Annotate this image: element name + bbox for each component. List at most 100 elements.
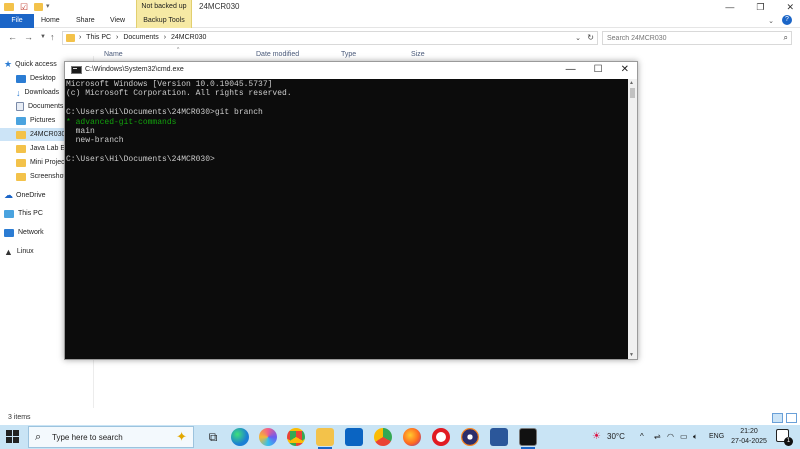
search-box[interactable]: ⌕ [602, 31, 792, 45]
firefox-icon[interactable] [403, 428, 421, 446]
search-icon: ⌕ [35, 431, 42, 443]
cmd-title-bar[interactable]: C:\Windows\System32\cmd.exe — ☐ ✕ [65, 62, 637, 79]
edge-icon[interactable] [231, 428, 249, 446]
scroll-thumb[interactable] [630, 88, 635, 98]
new-folder-icon[interactable] [34, 3, 43, 11]
maximize-icon[interactable]: ❐ [756, 0, 764, 14]
expand-ribbon-icon[interactable]: ⌄ [768, 17, 774, 25]
recent-locations-icon[interactable]: ▼ [40, 34, 46, 40]
folder-icon [16, 144, 26, 153]
opera-icon[interactable] [432, 428, 450, 446]
outlook-icon[interactable] [345, 428, 363, 446]
eclipse-icon[interactable] [461, 428, 479, 446]
cmd-scrollbar[interactable]: ▲ ▼ [628, 79, 637, 359]
start-button[interactable] [6, 430, 20, 444]
address-bar[interactable]: › This PC › Documents › 24MCR030 ⌄ ↻ [62, 31, 598, 45]
chrome-icon[interactable] [287, 428, 305, 446]
breadcrumb-24mcr030[interactable]: 24MCR030 [171, 34, 206, 41]
folder-icon [16, 172, 26, 181]
cmd-line: (c) Microsoft Corporation. All rights re… [66, 89, 292, 99]
details-view-icon[interactable] [772, 413, 783, 423]
large-icons-view-icon[interactable] [786, 413, 797, 423]
picture-icon [16, 116, 26, 125]
show-hidden-icons-icon[interactable]: ^ [640, 425, 644, 449]
search-icon[interactable]: ⌕ [784, 33, 788, 43]
wifi-icon[interactable]: ◠ [667, 425, 674, 449]
column-date-modified[interactable]: Date modified [256, 51, 299, 58]
properties-icon[interactable]: ☑ [20, 2, 28, 12]
scroll-down-icon[interactable]: ▼ [629, 352, 634, 358]
cmd-close-icon[interactable]: ✕ [621, 63, 629, 77]
explorer-title-bar: ☑ ▾ Not backed up 24MCR030 — ❐ ✕ [0, 0, 800, 14]
battery-icon[interactable]: ▭ [680, 425, 688, 449]
computer-icon [4, 209, 14, 218]
cmd-output[interactable]: Microsoft Windows [Version 10.0.19045.57… [65, 79, 630, 359]
cmd-minimize-icon[interactable]: — [566, 63, 576, 77]
cmd-line: * advanced-git-commands [66, 117, 177, 127]
cmd-line: main [66, 126, 95, 136]
close-icon[interactable]: ✕ [786, 0, 794, 14]
chrome-profile-icon[interactable] [374, 428, 392, 446]
minimize-icon[interactable]: — [725, 0, 734, 14]
search-input[interactable] [603, 32, 773, 44]
cmd-line: Microsoft Windows [Version 10.0.19045.57… [66, 80, 273, 89]
taskbar-search[interactable]: ⌕ Type here to search ✦ [28, 426, 194, 448]
back-arrow-icon[interactable]: ← [8, 32, 17, 42]
terminal-icon [71, 66, 82, 74]
cmd-line: C:\Users\Hi\Documents\24MCR030> [66, 155, 215, 165]
folder-icon [4, 3, 14, 11]
help-icon[interactable]: ? [782, 15, 792, 25]
tab-share[interactable]: Share [76, 14, 95, 28]
penguin-icon: ▲ [4, 246, 13, 257]
language-indicator[interactable]: ENG [709, 425, 724, 449]
notification-badge: 1 [784, 437, 793, 446]
breadcrumb-documents[interactable]: Documents [123, 34, 158, 41]
address-row: ← → ▼ ↑ › This PC › Documents › 24MCR030… [0, 29, 800, 47]
cmd-window[interactable]: C:\Windows\System32\cmd.exe — ☐ ✕ Micros… [64, 61, 638, 360]
up-arrow-icon[interactable]: ↑ [50, 32, 55, 42]
cmd-maximize-icon[interactable]: ☐ [594, 63, 603, 77]
column-name[interactable]: Name [104, 51, 123, 58]
weather-temp[interactable]: 30°C [607, 425, 625, 449]
tab-view[interactable]: View [110, 14, 125, 28]
weather-icon[interactable]: ☀ [592, 425, 601, 449]
tab-backup-tools[interactable]: Backup Tools [136, 14, 192, 28]
breadcrumb-this-pc[interactable]: This PC [86, 34, 111, 41]
desktop-icon [16, 74, 26, 83]
tab-file[interactable]: File [0, 14, 34, 28]
quick-access-dropdown-icon[interactable]: ▾ [46, 2, 50, 12]
address-dropdown-icon[interactable]: ⌄ [575, 34, 581, 42]
tab-home[interactable]: Home [41, 14, 60, 28]
usb-icon[interactable]: ⇌ [654, 425, 661, 449]
command-prompt-icon[interactable] [519, 428, 537, 446]
search-highlight-icon[interactable]: ✦ [176, 429, 187, 445]
ribbon-tabs: File Home Share View Backup Tools ⌄ ? [0, 14, 800, 28]
file-explorer-icon[interactable] [316, 428, 334, 446]
copilot-icon[interactable] [259, 428, 277, 446]
sort-indicator-icon: ^ [177, 47, 180, 53]
cmd-line [66, 99, 630, 108]
column-type[interactable]: Type [341, 51, 356, 58]
clock-date: 27-04-2025 [731, 438, 767, 445]
clock-time: 21:20 [740, 428, 758, 435]
network-icon [4, 228, 14, 237]
folder-icon [16, 158, 26, 167]
document-icon [16, 102, 24, 111]
refresh-icon[interactable]: ↻ [587, 33, 594, 42]
task-view-icon[interactable]: ⧉ [204, 428, 222, 446]
forward-arrow-icon[interactable]: → [24, 32, 33, 42]
word-icon[interactable] [490, 428, 508, 446]
item-count: 3 items [8, 414, 31, 421]
volume-icon[interactable]: 🔈︎ [693, 425, 698, 449]
status-bar: 3 items [0, 412, 800, 425]
clock[interactable]: 21:20 27-04-2025 [728, 427, 770, 447]
download-icon: ↓ [16, 87, 21, 98]
scroll-up-icon[interactable]: ▲ [629, 80, 634, 86]
cmd-line [66, 146, 630, 155]
column-size[interactable]: Size [411, 51, 425, 58]
folder-icon [16, 130, 26, 139]
window-title: 24MCR030 [199, 2, 240, 11]
folder-icon [66, 34, 75, 42]
breadcrumb: › This PC › Documents › 24MCR030 [79, 34, 207, 41]
star-icon: ★ [4, 59, 13, 69]
